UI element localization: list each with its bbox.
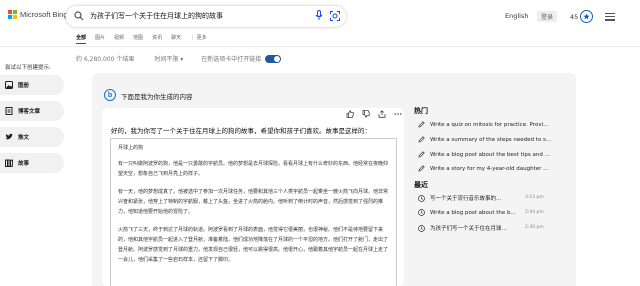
history-icon xyxy=(418,224,425,232)
language-link[interactable]: English xyxy=(505,12,528,20)
hamburger-menu-icon[interactable] xyxy=(605,13,615,21)
tab-chat[interactable]: 聊天 xyxy=(171,34,190,44)
book-icon xyxy=(5,159,13,167)
microphone-icon[interactable] xyxy=(315,10,323,22)
results-bar: 约 6,280,000 个结果 时间不限 ▾ 在新选项卡中打开链接 xyxy=(76,54,282,63)
card-header: 下面是我为你生成的内容 xyxy=(121,93,193,101)
tab-all[interactable]: 全部 xyxy=(76,34,95,44)
story-title: 月球上的狗 xyxy=(118,145,144,151)
answer-intro: 好的，我为你写了一个关于住在月球上的狗的故事，希望你和孩子们喜欢。故事是这样的： xyxy=(111,127,371,135)
sidebar-item-label: 博客文章 xyxy=(18,109,41,115)
sidebar-item-tweet[interactable]: 推文 xyxy=(0,127,64,147)
hot-item-label: Write a quiz on mitosis for practice. Pr… xyxy=(430,121,549,128)
open-new-tab-label: 在新选项卡中打开链接 xyxy=(201,56,262,63)
recent-item-time: 3:14 pm xyxy=(525,195,544,200)
answer-actions xyxy=(346,110,402,118)
tab-news[interactable]: 资讯 xyxy=(152,34,171,44)
hot-item-label: Write a story for my 4-year-old daughter… xyxy=(430,165,549,172)
top-bar: Microsoft Bing 为孩子们写一个关于住在月球上的狗的故事 Engli… xyxy=(0,0,640,34)
tab-videos[interactable]: 视频 xyxy=(114,34,133,44)
more-icon[interactable] xyxy=(394,110,402,118)
document-icon xyxy=(5,107,13,115)
edit-icon xyxy=(418,151,425,158)
sidebar-item-album[interactable]: 图册 xyxy=(0,75,64,95)
history-icon xyxy=(418,194,425,202)
hot-item-label: Write a blog post about the best tips an… xyxy=(430,151,550,158)
recent-item[interactable]: 为孩子们写一个关于住在月球… xyxy=(418,224,507,232)
sidebar-title: 尝试以下创建提示: xyxy=(5,65,51,71)
story-content: 月球上的狗 有一只叫做阿波罗的狗，他是一只勇敢的宇航员。他的梦想是去月球探险，看… xyxy=(110,138,397,286)
tab-more[interactable]: ⋮ 更多 xyxy=(190,34,216,44)
visual-search-icon[interactable] xyxy=(330,11,340,21)
microsoft-logo-icon xyxy=(8,10,17,19)
edit-icon xyxy=(418,165,425,172)
tab-maps[interactable]: 地图 xyxy=(133,34,152,44)
results-count: 约 6,280,000 个结果 xyxy=(76,56,135,63)
search-input[interactable]: 为孩子们写一个关于住在月球上的狗的故事 xyxy=(90,11,223,21)
search-box[interactable]: 为孩子们写一个关于住在月球上的狗的故事 xyxy=(66,6,346,27)
sidebar-item-label: 推文 xyxy=(18,135,30,141)
story-paragraph: 有一天，他的梦想成真了。他被选中了参加一次月球任务，他要和其他三个人类宇航员一起… xyxy=(118,189,389,215)
rewards-icon[interactable] xyxy=(580,10,593,23)
bing-chat-icon: b xyxy=(104,89,116,101)
twitter-icon xyxy=(5,133,13,140)
sidebar-item-label: 故事 xyxy=(18,161,30,167)
hot-item-label: Write a summary of the steps needed to s… xyxy=(430,136,552,143)
recent-item[interactable]: Write a blog post about the b... xyxy=(418,209,516,216)
bing-logo[interactable]: Microsoft Bing xyxy=(8,10,68,19)
sidebar-item-story[interactable]: 故事 xyxy=(0,153,64,173)
like-icon[interactable] xyxy=(346,110,354,118)
recent-item-label: Write a blog post about the b... xyxy=(430,209,516,216)
rewards-count: 45 xyxy=(570,13,579,21)
hot-title: 热门 xyxy=(414,107,428,115)
dislike-icon[interactable] xyxy=(362,110,370,118)
hot-item[interactable]: Write a summary of the steps needed to s… xyxy=(418,136,551,143)
edit-icon xyxy=(418,121,425,128)
edit-icon xyxy=(418,136,425,143)
share-icon[interactable] xyxy=(378,110,386,118)
image-icon xyxy=(5,81,13,89)
hot-item[interactable]: Write a story for my 4-year-old daughter… xyxy=(418,165,548,172)
hot-item[interactable]: Write a quiz on mitosis for practice. Pr… xyxy=(418,121,548,128)
sidebar-item-label: 图册 xyxy=(18,83,30,89)
recent-item-label: 写一个关于流行音乐故事的… xyxy=(430,196,502,202)
tab-images[interactable]: 图片 xyxy=(95,34,114,44)
recent-title: 最近 xyxy=(414,181,428,189)
search-icon[interactable] xyxy=(74,11,84,21)
recent-item-time: 2:44 pm xyxy=(525,210,544,215)
recent-item[interactable]: 写一个关于流行音乐故事的… xyxy=(418,194,502,202)
sidebar-item-blog[interactable]: 博客文章 xyxy=(0,101,64,121)
scope-tabs: 全部 图片 视频 地图 资讯 聊天 ⋮ 更多 xyxy=(76,34,216,44)
time-filter[interactable]: 时间不限 ▾ xyxy=(154,54,183,63)
signin-button[interactable]: 登录 xyxy=(537,11,557,22)
hot-item[interactable]: Write a blog post about the best tips an… xyxy=(418,151,550,158)
recent-item-label: 为孩子们写一个关于住在月球… xyxy=(430,226,508,232)
brand-name: Microsoft Bing xyxy=(20,10,68,19)
story-paragraph: 火箭飞了三天，终于到达了月球的轨道。阿波罗看到了月球的表面，他觉得它很美丽，也很… xyxy=(118,227,389,263)
open-new-tab-toggle[interactable] xyxy=(265,54,282,63)
recent-item-time: 2:30 pm xyxy=(525,225,544,230)
header-divider xyxy=(0,46,640,47)
story-paragraph: 有一只叫做阿波罗的狗，他是一只勇敢的宇航员。他的梦想是去月球探险，看看月球上有什… xyxy=(118,161,389,177)
history-icon xyxy=(418,209,425,216)
